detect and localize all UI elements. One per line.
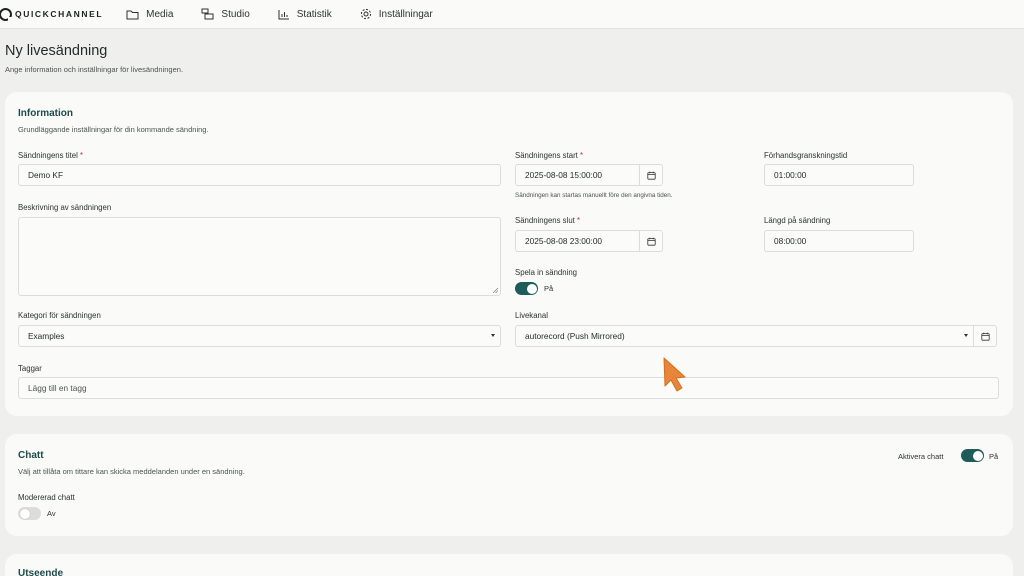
nav-item-studio[interactable]: Studio xyxy=(201,8,250,20)
appearance-title: Utseende xyxy=(18,568,64,576)
end-datetime-input[interactable]: 2025-08-08 23:00:00 xyxy=(515,230,640,252)
studio-icon xyxy=(201,8,214,20)
folder-icon xyxy=(126,10,139,19)
gear-icon xyxy=(360,8,371,20)
nav-item-label: Studio xyxy=(221,8,250,20)
description-textarea[interactable] xyxy=(18,217,501,296)
appearance-card: Utseende xyxy=(5,554,1013,576)
start-datetime-input[interactable]: 2025-08-08 15:00:00 xyxy=(515,164,640,186)
channel-label: Livekanal xyxy=(515,311,548,320)
mouse-cursor-icon xyxy=(663,357,686,392)
calendar-icon xyxy=(646,237,656,246)
brand-logo[interactable]: QUICKCHANNEL xyxy=(0,7,104,22)
chat-subtitle: Välj att tillåta om tittare kan skicka m… xyxy=(18,467,245,476)
calendar-icon xyxy=(646,171,656,180)
toggle-knob xyxy=(19,508,30,519)
chevron-down-icon xyxy=(491,334,495,337)
tags-label: Taggar xyxy=(18,364,42,373)
length-input[interactable]: 08:00:00 xyxy=(764,230,914,252)
information-title: Information xyxy=(18,108,73,119)
moderated-chat-toggle[interactable] xyxy=(18,507,41,520)
tags-input[interactable]: Lägg till en tagg xyxy=(18,377,999,399)
record-toggle[interactable] xyxy=(515,282,538,295)
required-marker: * xyxy=(577,216,581,225)
enable-chat-state: På xyxy=(989,452,999,461)
channel-calendar-button[interactable] xyxy=(973,325,997,347)
category-select[interactable]: Examples xyxy=(18,325,501,347)
chart-icon xyxy=(278,9,289,19)
description-label: Beskrivning av sändningen xyxy=(18,203,112,212)
information-card: Information Grundläggande inställningar … xyxy=(5,92,1013,416)
moderated-chat-label: Modererad chatt xyxy=(18,493,75,502)
toggle-knob xyxy=(972,450,983,461)
end-calendar-button[interactable] xyxy=(639,230,663,252)
page-subtitle: Ange information och inställningar för l… xyxy=(5,65,184,74)
record-label: Spela in sändning xyxy=(515,268,577,277)
category-label: Kategori för sändningen xyxy=(18,311,101,320)
enable-chat-toggle[interactable] xyxy=(961,449,984,462)
preview-time-label: Förhandsgranskningstid xyxy=(764,151,848,160)
chat-title: Chatt xyxy=(18,450,44,461)
title-field-label: Sändningens titel * xyxy=(18,151,84,160)
preview-time-input[interactable]: 01:00:00 xyxy=(764,164,914,186)
start-hint: Sändningen kan startas manuellt före den… xyxy=(515,192,673,199)
length-label: Längd på sändning xyxy=(764,216,831,225)
end-label: Sändningens slut * xyxy=(515,216,581,225)
information-subtitle: Grundläggande inställningar för din komm… xyxy=(18,125,209,134)
start-label: Sändningens start * xyxy=(515,151,584,160)
nav-item-label: Statistik xyxy=(296,8,332,20)
brand-name: QUICKCHANNEL xyxy=(15,9,104,19)
calendar-icon xyxy=(980,332,990,341)
top-navigation-bar: QUICKCHANNEL Media Studio Statistik Inst… xyxy=(0,0,1024,29)
nav-item-label: Inställningar xyxy=(378,8,433,20)
nav-item-label: Media xyxy=(146,8,174,20)
nav-item-media[interactable]: Media xyxy=(126,9,173,20)
toggle-knob xyxy=(526,283,537,294)
chevron-down-icon xyxy=(964,334,968,337)
required-marker: * xyxy=(580,151,584,160)
record-toggle-state: På xyxy=(544,284,554,293)
enable-chat-label: Aktivera chatt xyxy=(898,452,944,461)
required-marker: * xyxy=(80,151,84,160)
resize-grip-icon[interactable] xyxy=(493,288,498,293)
nav-item-statistik[interactable]: Statistik xyxy=(278,9,332,20)
page-title: Ny livesändning xyxy=(5,43,108,59)
channel-select[interactable]: autorecord (Push Mirrored) xyxy=(515,325,974,347)
title-input[interactable]: Demo KF xyxy=(18,164,501,186)
nav-item-installningar[interactable]: Inställningar xyxy=(360,8,433,20)
quickchannel-logo-icon xyxy=(0,7,13,22)
main-nav: Media Studio Statistik Inställningar xyxy=(126,8,461,20)
moderated-chat-state: Av xyxy=(47,509,56,518)
start-calendar-button[interactable] xyxy=(639,164,663,186)
chat-card: Chatt Välj att tillåta om tittare kan sk… xyxy=(5,434,1013,536)
